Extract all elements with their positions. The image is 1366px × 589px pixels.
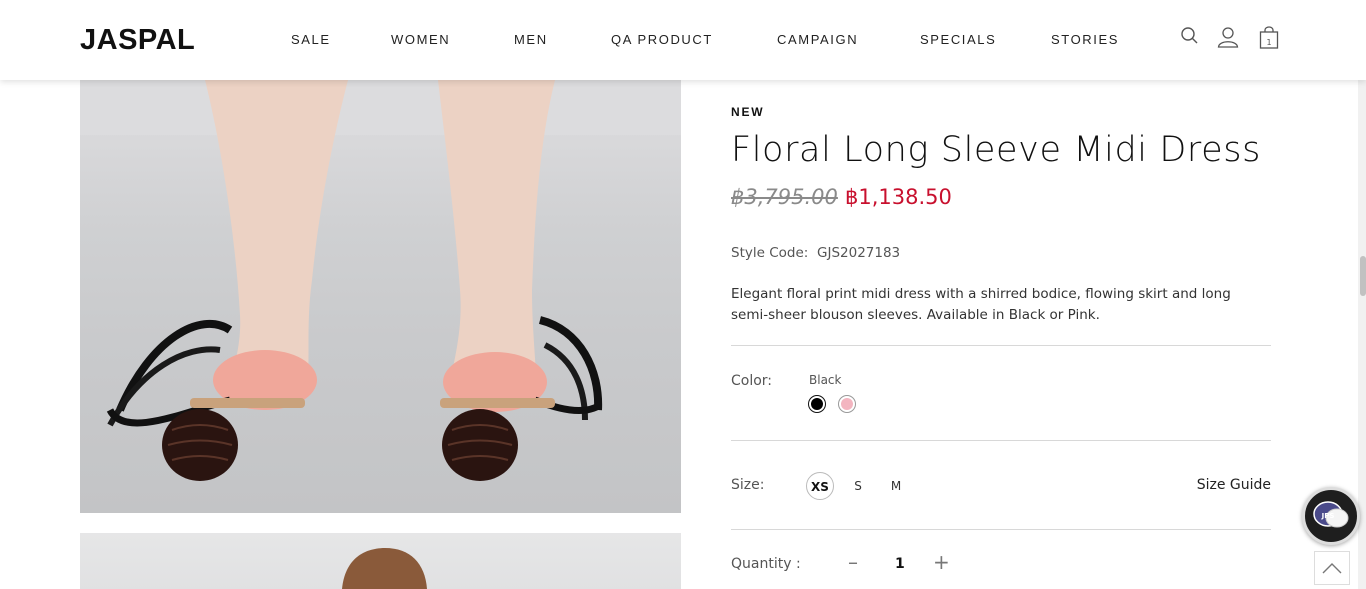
site-header: JASPAL SALE WOMEN MEN QA PRODUCT CAMPAIG…	[0, 0, 1366, 80]
divider	[731, 440, 1271, 441]
scrollbar-thumb[interactable]	[1360, 256, 1366, 296]
chat-bubble-icon: JPS	[1313, 501, 1349, 528]
product-image-main[interactable]	[80, 80, 681, 513]
nav-men[interactable]: MEN	[514, 32, 548, 47]
quantity-increase-button[interactable]: +	[933, 552, 950, 572]
selected-color-name: Black	[809, 373, 842, 387]
nav-campaign[interactable]: CAMPAIGN	[777, 32, 858, 47]
quantity-decrease-button[interactable]: –	[848, 552, 858, 572]
divider	[731, 345, 1271, 346]
cart-count: 1	[1266, 38, 1271, 47]
size-label: Size:	[731, 477, 765, 493]
divider	[731, 529, 1271, 530]
chevron-up-icon	[1322, 563, 1342, 574]
size-option-m[interactable]: M	[886, 472, 906, 500]
logo[interactable]: JASPAL	[80, 24, 195, 57]
chat-button[interactable]: JPS	[1302, 487, 1360, 545]
nav-women[interactable]: WOMEN	[391, 32, 450, 47]
size-option-xs[interactable]: XS	[806, 472, 834, 500]
model-photo	[342, 548, 427, 589]
quantity-label: Quantity :	[731, 556, 801, 572]
new-badge: NEW	[731, 105, 765, 119]
size-option-s[interactable]: S	[848, 472, 868, 500]
quantity-value[interactable]: 1	[895, 556, 905, 572]
nav-qa-product[interactable]: QA PRODUCT	[611, 32, 713, 47]
nav-sale[interactable]: SALE	[291, 32, 331, 47]
product-description: Elegant floral print midi dress with a s…	[731, 286, 1231, 323]
heels-photo	[80, 80, 681, 481]
back-to-top-button[interactable]	[1314, 551, 1350, 585]
color-swatch-black[interactable]	[808, 395, 826, 413]
style-code-value: GJS2027183	[817, 245, 901, 261]
style-code-label: Style Code:	[731, 245, 809, 261]
color-swatch-pink[interactable]	[838, 395, 856, 413]
original-price: ฿3,795.00	[731, 185, 838, 209]
user-icon[interactable]	[1217, 26, 1239, 52]
sale-price: ฿1,138.50	[845, 185, 952, 209]
nav-specials[interactable]: SPECIALS	[920, 32, 996, 47]
size-guide-link[interactable]: Size Guide	[1197, 477, 1271, 493]
product-title: Floral Long Sleeve Midi Dress	[731, 130, 1261, 170]
nav-stories[interactable]: STORIES	[1051, 32, 1119, 47]
chat-label: JPS	[1321, 512, 1335, 520]
search-icon[interactable]	[1180, 26, 1200, 50]
product-image-secondary[interactable]	[80, 533, 681, 589]
color-label: Color:	[731, 373, 773, 389]
cart-icon[interactable]: 1	[1259, 26, 1279, 54]
